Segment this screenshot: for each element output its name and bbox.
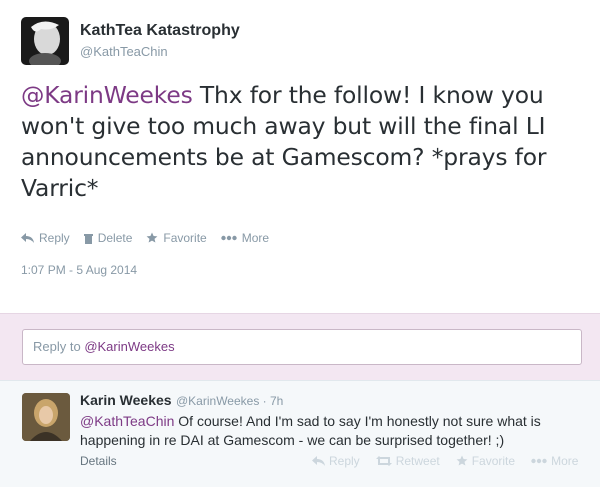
reply-button[interactable]: Reply xyxy=(21,231,70,245)
retweet-icon xyxy=(375,456,392,466)
delete-label: Delete xyxy=(97,231,133,245)
reply-author-avatar[interactable] xyxy=(22,393,70,441)
star-icon xyxy=(456,455,468,467)
author-name[interactable]: KathTea Katastrophy xyxy=(80,22,240,40)
more-dots-icon xyxy=(221,235,237,241)
reply-actions: Reply Retweet Favorite More xyxy=(312,454,578,468)
reply-text: @KathTeaChin Of course! And I'm sad to s… xyxy=(80,412,580,450)
trash-icon xyxy=(83,233,93,244)
reply-input[interactable]: Reply to @KarinWeekes xyxy=(22,329,582,365)
details-link[interactable]: Details xyxy=(80,454,117,468)
tweet-actions: Reply Delete Favorite More xyxy=(21,231,269,245)
reply-icon xyxy=(312,456,325,466)
more-button[interactable]: More xyxy=(221,231,269,245)
retweet-button[interactable]: Retweet xyxy=(375,454,440,468)
reply-icon xyxy=(21,233,34,243)
reply-separator: · xyxy=(259,394,270,408)
delete-button[interactable]: Delete xyxy=(83,231,133,245)
reply-label: Reply xyxy=(39,231,70,245)
reply-meta: @KarinWeekes · 7h xyxy=(176,394,283,408)
reply-more-label: More xyxy=(551,454,579,468)
favorite-button[interactable]: Favorite xyxy=(146,231,207,245)
reply-area: Reply to @KarinWeekes xyxy=(0,313,600,380)
retweet-label: Retweet xyxy=(395,454,440,468)
reply-more-button[interactable]: More xyxy=(531,454,578,468)
reply-favorite-label: Favorite xyxy=(471,454,516,468)
more-label: More xyxy=(241,231,270,245)
tweet-text: @KarinWeekes Thx for the follow! I know … xyxy=(21,80,591,204)
reply-tweet: Karin Weekes @KarinWeekes · 7h @KathTeaC… xyxy=(0,380,600,487)
tweet-timestamp[interactable]: 1:07 PM - 5 Aug 2014 xyxy=(21,263,137,277)
mention-link[interactable]: @KarinWeekes xyxy=(21,81,193,109)
reply-author-name[interactable]: Karin Weekes xyxy=(80,392,172,408)
reply-reply-label: Reply xyxy=(329,454,360,468)
reply-mention-link[interactable]: @KathTeaChin xyxy=(80,413,174,429)
reply-input-handle: @KarinWeekes xyxy=(84,339,175,354)
favorite-label: Favorite xyxy=(163,231,207,245)
reply-input-prefix: Reply to xyxy=(33,339,85,354)
reply-favorite-button[interactable]: Favorite xyxy=(456,454,515,468)
author-handle[interactable]: @KathTeaChin xyxy=(80,44,168,59)
author-avatar[interactable] xyxy=(21,17,69,65)
star-icon xyxy=(146,232,158,244)
reply-reply-button[interactable]: Reply xyxy=(312,454,360,468)
tweet-card: KathTea Katastrophy @KathTeaChin @KarinW… xyxy=(0,0,600,313)
more-dots-icon xyxy=(531,458,547,464)
reply-time[interactable]: 7h xyxy=(270,394,283,408)
reply-author-handle[interactable]: @KarinWeekes xyxy=(176,394,259,408)
